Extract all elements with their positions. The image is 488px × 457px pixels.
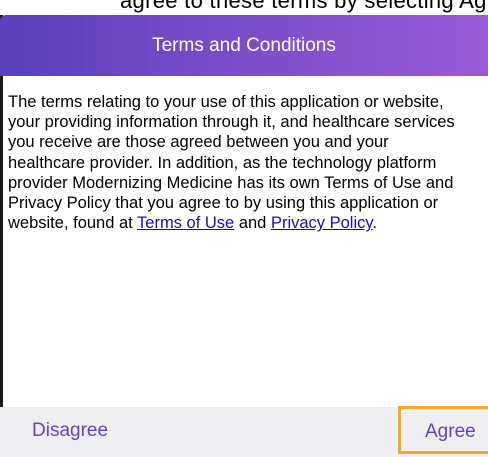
- terms-body-line: healthcare provider. In addition, as the…: [8, 153, 437, 172]
- disagree-button[interactable]: Disagree: [32, 420, 108, 442]
- dialog-left-edge: [0, 15, 3, 457]
- agree-button[interactable]: Agree: [398, 406, 488, 454]
- terms-body-line: your providing information through it, a…: [8, 113, 455, 132]
- terms-of-use-link[interactable]: Terms of Use: [137, 214, 234, 232]
- terms-body-line: Privacy Policy that you agree to by usin…: [8, 194, 439, 213]
- background-instruction-text: agree to these terms by selecting Agree: [120, 0, 488, 13]
- terms-body: The terms relating to your use of this a…: [8, 92, 486, 233]
- privacy-policy-link[interactable]: Privacy Policy: [271, 214, 372, 232]
- dialog-title: Terms and Conditions: [152, 35, 336, 56]
- terms-body-text: and: [234, 214, 271, 233]
- dialog-header: Terms and Conditions: [0, 15, 488, 76]
- terms-body-line: provider Modernizing Medicine has its ow…: [8, 173, 454, 192]
- terms-body-last-line: website, found at Terms of Use and Priva…: [8, 213, 486, 233]
- terms-body-line: you receive are those agreed between you…: [8, 133, 389, 152]
- agree-button-label: Agree: [425, 421, 476, 442]
- terms-body-text: .: [372, 214, 377, 233]
- terms-dialog: [0, 15, 488, 457]
- terms-body-text: website, found at: [8, 214, 138, 233]
- terms-body-line: The terms relating to your use of this a…: [8, 93, 444, 111]
